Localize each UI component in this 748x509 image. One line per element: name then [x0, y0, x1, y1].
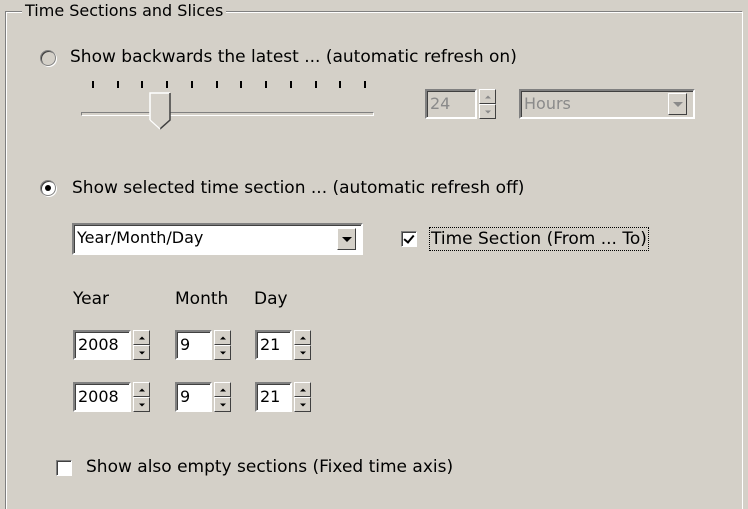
day-header: Day: [254, 289, 288, 309]
slider-tick: [240, 81, 243, 88]
to-day-field[interactable]: 21: [255, 382, 292, 412]
latest-unit-value: Hours: [524, 94, 571, 113]
spin-down-icon[interactable]: [294, 345, 311, 360]
slider-tick: [364, 81, 366, 88]
latest-value-field[interactable]: 24: [425, 89, 477, 119]
time-sections-groupbox: [5, 11, 743, 509]
slider-tick: [289, 81, 292, 88]
slider-tick: [265, 81, 268, 88]
spin-down-icon[interactable]: [133, 397, 150, 412]
to-year-spinner[interactable]: [133, 382, 150, 412]
year-header: Year: [73, 289, 109, 309]
granularity-dropdown-icon[interactable]: [337, 228, 356, 250]
spin-up-icon[interactable]: [133, 382, 150, 397]
latest-value-spinner[interactable]: [479, 89, 496, 119]
empty-sections-label[interactable]: Show also empty sections (Fixed time axi…: [86, 457, 453, 477]
latest-radio-label[interactable]: Show backwards the latest ... (automatic…: [70, 47, 517, 67]
granularity-select[interactable]: Year/Month/Day: [72, 223, 363, 255]
slider-tick: [116, 81, 119, 88]
slider-tick: [166, 81, 169, 88]
slider-tick: [339, 81, 342, 88]
from-month-spinner[interactable]: [214, 330, 231, 360]
slider-thumb[interactable]: [149, 92, 171, 130]
groupbox-title: Time Sections and Slices: [22, 2, 227, 20]
slider-tick: [314, 81, 317, 88]
slider-track[interactable]: [81, 112, 374, 116]
granularity-value: Year/Month/Day: [77, 228, 204, 247]
spin-down-icon[interactable]: [214, 345, 231, 360]
spin-up-icon[interactable]: [294, 330, 311, 345]
slider-tick: [92, 81, 94, 88]
to-day-spinner[interactable]: [294, 382, 311, 412]
time-section-label[interactable]: Time Section (From ... To): [429, 227, 649, 251]
month-header: Month: [175, 289, 229, 309]
from-month-field[interactable]: 9: [175, 330, 212, 360]
spin-up-icon[interactable]: [214, 330, 231, 345]
to-year-field[interactable]: 2008: [73, 382, 131, 412]
spin-up-icon[interactable]: [214, 382, 231, 397]
spin-down-icon[interactable]: [133, 345, 150, 360]
slider-tick: [215, 81, 218, 88]
spin-up-icon[interactable]: [133, 330, 150, 345]
slider-tick: [141, 81, 144, 88]
from-year-spinner[interactable]: [133, 330, 150, 360]
to-month-spinner[interactable]: [214, 382, 231, 412]
section-radio-label[interactable]: Show selected time section ... (automati…: [72, 178, 524, 198]
spin-up-icon[interactable]: [479, 89, 496, 104]
from-year-field[interactable]: 2008: [73, 330, 131, 360]
slider-tick: [190, 81, 193, 88]
from-day-spinner[interactable]: [294, 330, 311, 360]
section-radio[interactable]: [40, 180, 56, 196]
time-section-checkbox[interactable]: [401, 231, 417, 247]
from-day-field[interactable]: 21: [255, 330, 292, 360]
empty-sections-checkbox[interactable]: [56, 460, 72, 476]
spin-up-icon[interactable]: [294, 382, 311, 397]
spin-down-icon[interactable]: [294, 397, 311, 412]
latest-radio[interactable]: [40, 50, 56, 66]
to-month-field[interactable]: 9: [175, 382, 212, 412]
unit-dropdown-icon[interactable]: [668, 93, 687, 115]
spin-down-icon[interactable]: [214, 397, 231, 412]
spin-down-icon[interactable]: [479, 104, 496, 119]
